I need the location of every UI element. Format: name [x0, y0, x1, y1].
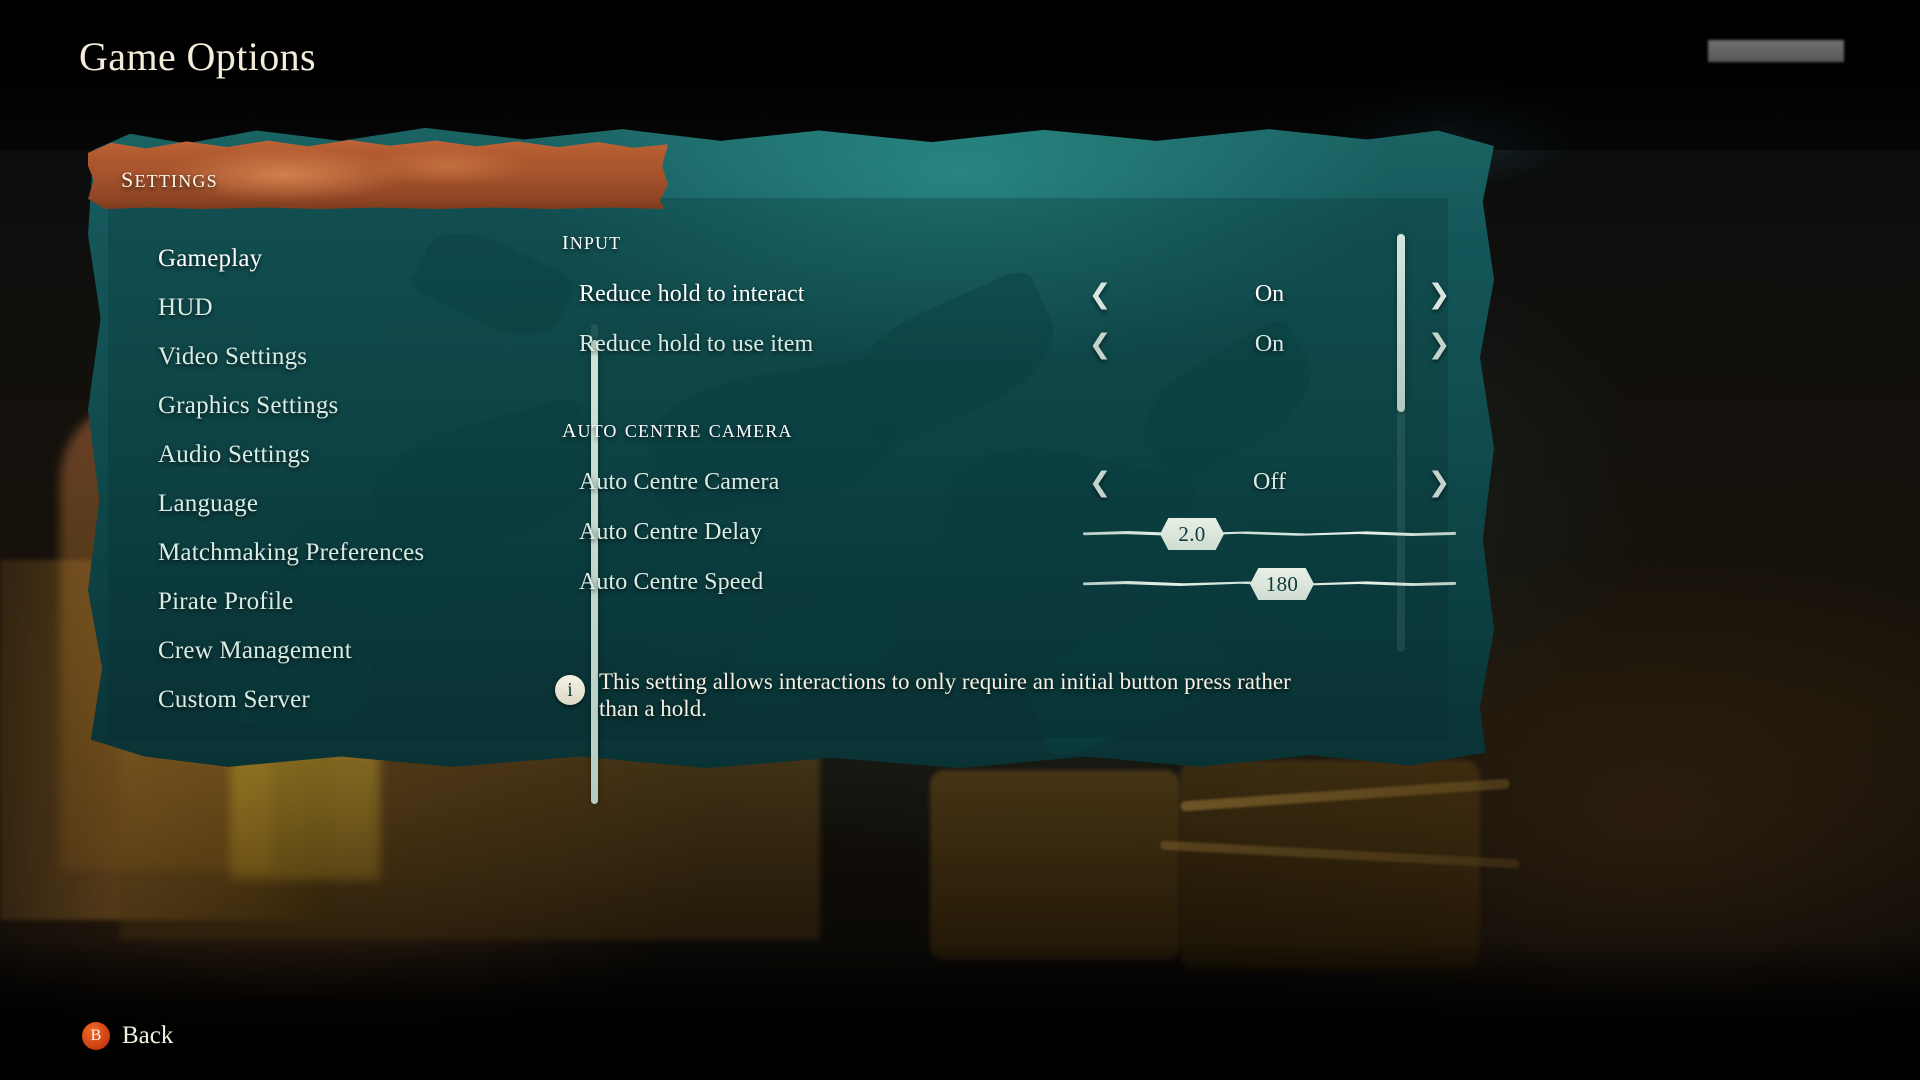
- info-icon: i: [555, 675, 585, 705]
- option-label: Auto Centre Camera: [579, 468, 780, 495]
- option-row-auto-centre-speed[interactable]: Auto Centre Speed 180: [556, 557, 1456, 607]
- sidebar-item-language[interactable]: Language: [135, 479, 565, 528]
- option-label: Auto Centre Delay: [579, 518, 762, 545]
- gamepad-b-button-icon: B: [82, 1022, 110, 1050]
- option-label: Auto Centre Speed: [579, 568, 764, 595]
- chevron-left-icon[interactable]: ❮: [1083, 281, 1117, 308]
- back-button[interactable]: B Back: [82, 1022, 173, 1050]
- options-scrollbar-thumb[interactable]: [1397, 234, 1405, 412]
- chevron-left-icon[interactable]: ❮: [1083, 469, 1117, 496]
- chevron-right-icon[interactable]: ❯: [1422, 469, 1456, 496]
- settings-banner: Settings: [88, 139, 668, 209]
- sidebar-item-label: Video Settings: [158, 342, 308, 370]
- chevron-right-icon[interactable]: ❯: [1422, 281, 1456, 308]
- sidebar-item-label: Pirate Profile: [158, 587, 294, 615]
- settings-banner-label: Settings: [121, 159, 218, 194]
- option-row-reduce-hold-to-use-item[interactable]: Reduce hold to use item ❮ On ❯: [556, 319, 1456, 369]
- sidebar-item-label: HUD: [158, 293, 213, 321]
- info-tooltip-text: This setting allows interactions to only…: [599, 669, 1291, 721]
- sidebar-item-matchmaking-preferences[interactable]: Matchmaking Preferences: [135, 528, 565, 577]
- option-row-auto-centre-camera[interactable]: Auto Centre Camera ❮ Off ❯: [556, 457, 1456, 507]
- sidebar-item-label: Audio Settings: [158, 440, 311, 468]
- sidebar-item-label: Language: [158, 489, 259, 517]
- option-row-reduce-hold-to-interact[interactable]: Reduce hold to interact ❮ On ❯: [556, 269, 1589, 319]
- option-row-auto-centre-delay[interactable]: Auto Centre Delay 2.0: [556, 507, 1456, 557]
- option-value: Off: [1253, 468, 1286, 495]
- chevron-left-icon[interactable]: ❮: [1083, 331, 1117, 358]
- sidebar-item-graphics-settings[interactable]: Graphics Settings: [135, 381, 565, 430]
- sidebar-item-custom-server[interactable]: Custom Server: [135, 675, 565, 724]
- sidebar-item-label: Crew Management: [158, 636, 352, 664]
- sidebar-item-label: Matchmaking Preferences: [158, 538, 425, 566]
- sidebar-item-label: Gameplay: [158, 244, 263, 272]
- chevron-right-icon[interactable]: ❯: [1422, 331, 1456, 358]
- option-value: On: [1254, 280, 1285, 307]
- sidebar-item-video-settings[interactable]: Video Settings: [135, 332, 565, 381]
- settings-options-pane: Input Reduce hold to interact ❮ On ❯ Red…: [556, 224, 1589, 684]
- page-title: Game Options: [79, 34, 316, 79]
- option-label: Reduce hold to use item: [579, 330, 814, 357]
- section-heading-auto-centre-camera: Auto Centre Camera: [562, 412, 793, 444]
- sidebar-item-pirate-profile[interactable]: Pirate Profile: [135, 577, 565, 626]
- sidebar-item-label: Custom Server: [158, 685, 310, 713]
- top-right-indicator: [1708, 40, 1844, 62]
- sidebar-item-audio-settings[interactable]: Audio Settings: [135, 430, 565, 479]
- sidebar-item-label: Graphics Settings: [158, 391, 339, 419]
- section-heading-input: Input: [562, 224, 622, 256]
- sidebar-item-hud[interactable]: HUD: [135, 283, 565, 332]
- settings-category-list[interactable]: Gameplay HUD Video Settings Graphics Set…: [135, 234, 565, 734]
- back-button-label: Back: [122, 1022, 174, 1049]
- background-bottom-vignette: [0, 940, 1920, 1080]
- sidebar-item-crew-management[interactable]: Crew Management: [135, 626, 565, 675]
- slider-handle[interactable]: 2.0: [1160, 518, 1224, 550]
- slider-handle[interactable]: 180: [1250, 568, 1314, 600]
- background-barrel-left: [930, 770, 1180, 960]
- settings-panel: Settings Gameplay HUD Video Settings Gra…: [88, 124, 1589, 804]
- option-label: Reduce hold to interact: [579, 280, 805, 307]
- sidebar-item-gameplay[interactable]: Gameplay: [135, 234, 565, 283]
- option-value: On: [1254, 330, 1285, 357]
- info-tooltip: i This setting allows interactions to on…: [555, 669, 1435, 723]
